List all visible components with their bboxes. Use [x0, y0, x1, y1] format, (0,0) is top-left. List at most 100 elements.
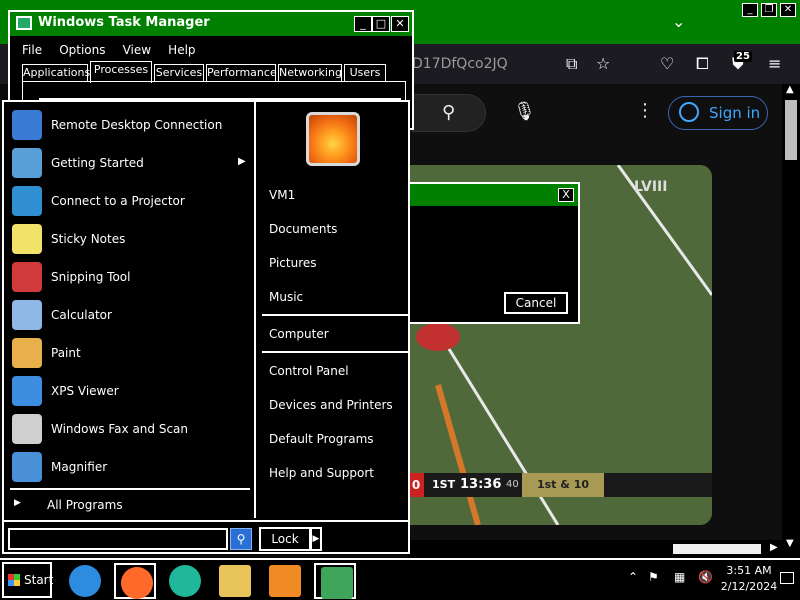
link-help-support[interactable]: Help and Support: [269, 466, 374, 480]
program-xps-viewer[interactable]: XPS Viewer: [12, 374, 252, 410]
right-separator: [262, 351, 408, 353]
menu-file[interactable]: File: [22, 43, 42, 57]
chevron-down-icon[interactable]: ⌄: [672, 12, 685, 31]
scissors-icon: [12, 262, 42, 292]
start-menu: Remote Desktop Connection Getting Starte…: [2, 100, 410, 554]
program-magnifier[interactable]: Magnifier: [12, 450, 252, 486]
extensions-icon[interactable]: ⧠: [696, 54, 709, 74]
show-desktop-icon[interactable]: [780, 572, 794, 584]
horizontal-scrollbar[interactable]: ▶: [408, 540, 782, 558]
search-button[interactable]: ⚲: [412, 94, 486, 132]
show-hidden-icons-icon[interactable]: ⌃: [628, 570, 638, 584]
page-action-icon[interactable]: ⧉: [566, 54, 577, 74]
link-documents[interactable]: Documents: [269, 222, 337, 236]
start-button[interactable]: Start: [2, 562, 54, 598]
getting-started-icon: [12, 148, 42, 178]
account-icon: [679, 102, 699, 122]
menu-help[interactable]: Help: [168, 43, 195, 57]
edge-icon: [169, 565, 201, 597]
program-label: Remote Desktop Connection: [51, 118, 223, 132]
taskbar: Start ⌃ ⚑ ▦ 🔇 3:51 AM 2/12/2024: [0, 558, 800, 600]
program-label: Snipping Tool: [51, 270, 131, 284]
network-logo: LVIII: [634, 179, 668, 195]
clock-date: 2/12/2024: [720, 580, 778, 593]
all-programs-button[interactable]: ▶ All Programs: [12, 496, 252, 516]
taskbar-internet-explorer[interactable]: [64, 563, 106, 599]
program-fax-scan[interactable]: Windows Fax and Scan: [12, 412, 252, 448]
tab-services[interactable]: Services: [154, 64, 204, 82]
calculator-icon: [12, 300, 42, 330]
restore-button[interactable]: ❐: [761, 3, 777, 17]
scroll-down-icon[interactable]: ▼: [786, 538, 794, 549]
more-options-icon[interactable]: ⋮: [636, 100, 654, 121]
mic-icon[interactable]: 🎙: [513, 101, 536, 122]
lock-button[interactable]: Lock: [259, 527, 311, 551]
firefox-icon: [121, 567, 153, 599]
progress-dialog: X Cancel: [406, 182, 580, 324]
scroll-right-icon[interactable]: ▶: [770, 542, 778, 553]
tab-applications[interactable]: Applications: [22, 64, 90, 82]
close-button[interactable]: ✕: [780, 3, 796, 17]
hamburger-menu-icon[interactable]: ≡: [768, 54, 781, 73]
program-label: XPS Viewer: [51, 384, 119, 398]
internet-explorer-icon: [69, 565, 101, 597]
close-icon[interactable]: X: [558, 188, 574, 202]
program-calculator[interactable]: Calculator: [12, 298, 252, 334]
action-center-flag-icon[interactable]: ⚑: [648, 570, 659, 584]
tab-networking[interactable]: Networking: [278, 64, 342, 82]
hscroll-thumb[interactable]: [673, 544, 761, 554]
start-search-row: ⚲ Lock ▶: [4, 520, 408, 552]
system-clock[interactable]: 3:51 AM 2/12/2024: [716, 563, 782, 595]
clock-time: 3:51 AM: [726, 564, 772, 577]
link-default-programs[interactable]: Default Programs: [269, 432, 374, 446]
minimize-button[interactable]: _: [742, 3, 758, 17]
taskbar-firefox[interactable]: [114, 563, 156, 599]
pocket-icon[interactable]: ♡: [660, 54, 674, 73]
program-getting-started[interactable]: Getting Started ▶: [12, 146, 252, 182]
menu-view[interactable]: View: [123, 43, 151, 57]
sign-in-button[interactable]: Sign in: [668, 96, 768, 130]
program-projector[interactable]: Connect to a Projector: [12, 184, 252, 220]
minimize-button[interactable]: _: [354, 16, 372, 32]
volume-muted-icon[interactable]: 🔇: [698, 570, 713, 584]
menu-bar: File Options View Help: [22, 39, 208, 58]
taskbar-task-manager[interactable]: [314, 563, 356, 599]
scrollbar-thumb[interactable]: [785, 100, 797, 160]
vertical-scrollbar[interactable]: ▲ ▼: [782, 84, 800, 558]
file-explorer-icon: [219, 565, 251, 597]
link-devices-printers[interactable]: Devices and Printers: [269, 398, 393, 412]
sticky-notes-icon: [12, 224, 42, 254]
start-label: Start: [24, 573, 54, 587]
start-search-input[interactable]: [8, 528, 228, 550]
program-snipping-tool[interactable]: Snipping Tool: [12, 260, 252, 296]
windows-logo-icon-bottom: [8, 580, 20, 586]
link-pictures[interactable]: Pictures: [269, 256, 317, 270]
search-icon[interactable]: ⚲: [230, 528, 252, 550]
program-sticky-notes[interactable]: Sticky Notes: [12, 222, 252, 258]
scroll-up-icon[interactable]: ▲: [786, 84, 794, 95]
menu-options[interactable]: Options: [59, 43, 105, 57]
link-user-folder[interactable]: VM1: [269, 188, 295, 202]
close-button[interactable]: ✕: [391, 16, 409, 32]
program-remote-desktop[interactable]: Remote Desktop Connection: [12, 108, 252, 144]
cancel-button[interactable]: Cancel: [504, 292, 568, 314]
taskbar-edge[interactable]: [164, 563, 206, 599]
network-icon[interactable]: ▦: [674, 570, 685, 584]
task-manager-icon: [16, 16, 32, 30]
link-music[interactable]: Music: [269, 290, 303, 304]
taskbar-file-explorer[interactable]: [214, 563, 256, 599]
link-control-panel[interactable]: Control Panel: [269, 364, 349, 378]
sign-in-label: Sign in: [709, 104, 761, 122]
program-paint[interactable]: Paint: [12, 336, 252, 372]
tab-users[interactable]: Users: [344, 64, 386, 82]
power-options-arrow-icon[interactable]: ▶: [310, 527, 322, 551]
user-picture[interactable]: [306, 112, 360, 166]
address-bar-text[interactable]: D17DfQco2JQ: [412, 56, 508, 72]
maximize-button[interactable]: □: [372, 16, 390, 32]
tab-performance[interactable]: Performance: [206, 64, 277, 82]
tab-processes[interactable]: Processes: [90, 61, 152, 83]
bookmark-star-icon[interactable]: ☆: [596, 54, 610, 73]
link-computer[interactable]: Computer: [269, 327, 329, 341]
task-manager-titlebar[interactable]: Windows Task Manager: [10, 12, 412, 36]
taskbar-media-player[interactable]: [264, 563, 306, 599]
